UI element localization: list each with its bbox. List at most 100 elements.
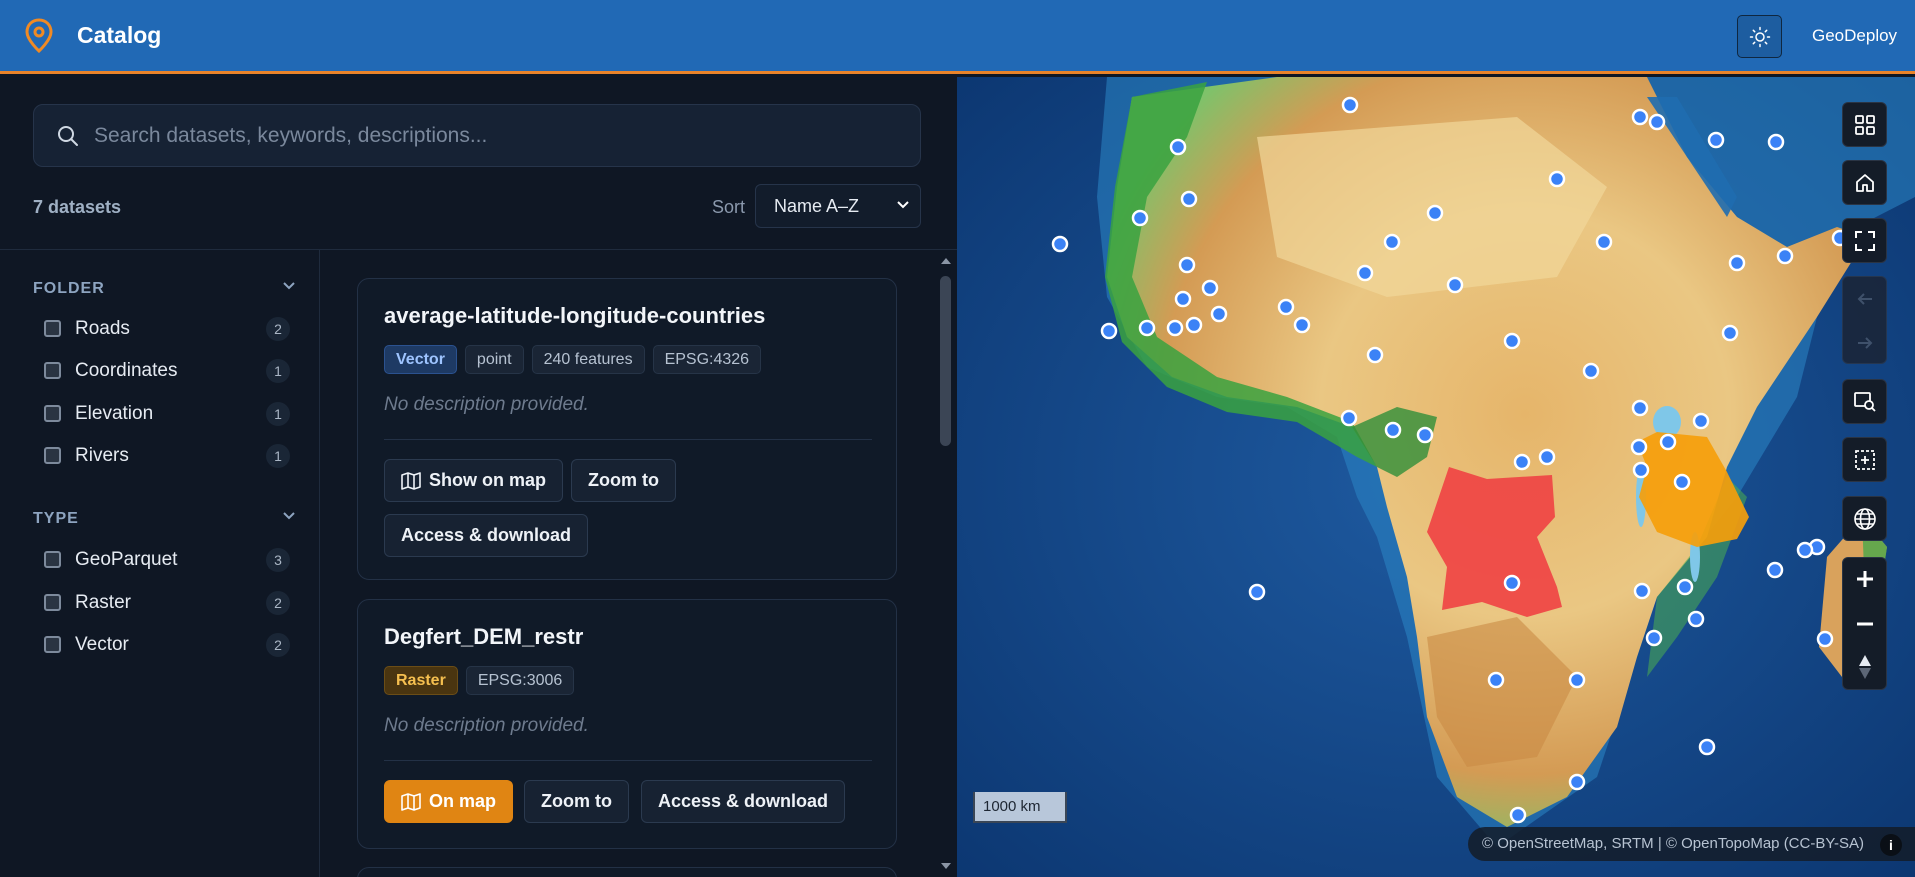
map-point-marker[interactable] bbox=[1051, 235, 1069, 253]
checkbox[interactable] bbox=[44, 362, 61, 379]
map-point-marker[interactable] bbox=[1766, 561, 1784, 579]
globe-button[interactable] bbox=[1842, 496, 1887, 541]
map-point-marker[interactable] bbox=[1341, 96, 1359, 114]
map-point-marker[interactable] bbox=[1767, 133, 1785, 151]
map-point-marker[interactable] bbox=[1277, 298, 1295, 316]
map-point-marker[interactable] bbox=[1631, 108, 1649, 126]
show-on-map-button[interactable]: Show on map bbox=[384, 459, 563, 502]
map-point-marker[interactable] bbox=[1446, 276, 1464, 294]
map-point-marker[interactable] bbox=[1180, 190, 1198, 208]
dataset-title[interactable]: Degfert_DEM_restr bbox=[384, 624, 583, 650]
zoom-in-icon[interactable] bbox=[1855, 569, 1875, 589]
map-point-marker[interactable] bbox=[1673, 473, 1691, 491]
map-point-marker[interactable] bbox=[1707, 131, 1725, 149]
map-point-marker[interactable] bbox=[1185, 316, 1203, 334]
select-area-button[interactable] bbox=[1842, 437, 1887, 482]
map-point-marker[interactable] bbox=[1721, 324, 1739, 342]
checkbox[interactable] bbox=[44, 594, 61, 611]
scrollbar-thumb[interactable] bbox=[940, 276, 951, 446]
access-download-button[interactable]: Access & download bbox=[384, 514, 589, 557]
map-point-marker[interactable] bbox=[1687, 610, 1705, 628]
map-view[interactable]: 1000 km © OpenStreetMap, SRTM | © OpenTo… bbox=[957, 77, 1915, 877]
map-point-marker[interactable] bbox=[1648, 113, 1666, 131]
zoom-to-button[interactable]: Zoom to bbox=[571, 459, 676, 502]
map-point-marker[interactable] bbox=[1248, 583, 1266, 601]
compass-icon[interactable] bbox=[1857, 653, 1873, 681]
map-point-marker[interactable] bbox=[1548, 170, 1566, 188]
map-point-marker[interactable] bbox=[1595, 233, 1613, 251]
map-point-marker[interactable] bbox=[1340, 409, 1358, 427]
map-point-marker[interactable] bbox=[1503, 332, 1521, 350]
access-download-button[interactable]: Access & download bbox=[641, 780, 846, 823]
chevron-down-icon[interactable] bbox=[282, 281, 296, 291]
search-input[interactable] bbox=[94, 119, 894, 153]
map-point-marker[interactable] bbox=[1645, 629, 1663, 647]
map-point-marker[interactable] bbox=[1131, 209, 1149, 227]
map-point-marker[interactable] bbox=[1416, 426, 1434, 444]
zoom-to-layer-button[interactable] bbox=[1842, 379, 1887, 424]
filter-item-vector[interactable]: Vector 2 bbox=[44, 630, 290, 660]
dataset-card[interactable]: average-latitude-longitude-countries Vec… bbox=[357, 278, 897, 580]
forward-icon[interactable] bbox=[1855, 333, 1875, 353]
dataset-card[interactable]: Degfert_DEM_restr Raster EPSG:3006 No de… bbox=[357, 599, 897, 849]
map-point-marker[interactable] bbox=[1166, 319, 1184, 337]
point-layer[interactable] bbox=[957, 77, 1915, 877]
filter-item-rivers[interactable]: Rivers 1 bbox=[44, 441, 290, 471]
on-map-button[interactable]: On map bbox=[384, 780, 514, 823]
checkbox[interactable] bbox=[44, 405, 61, 422]
map-point-marker[interactable] bbox=[1728, 254, 1746, 272]
map-point-marker[interactable] bbox=[1169, 138, 1187, 156]
map-point-marker[interactable] bbox=[1633, 582, 1651, 600]
map-point-marker[interactable] bbox=[1776, 247, 1794, 265]
checkbox[interactable] bbox=[44, 551, 61, 568]
map-point-marker[interactable] bbox=[1698, 738, 1716, 756]
map-point-marker[interactable] bbox=[1138, 319, 1156, 337]
map-point-marker[interactable] bbox=[1383, 233, 1401, 251]
map-point-marker[interactable] bbox=[1692, 412, 1710, 430]
map-point-marker[interactable] bbox=[1178, 256, 1196, 274]
chevron-down-icon[interactable] bbox=[282, 511, 296, 521]
filter-item-roads[interactable]: Roads 2 bbox=[44, 314, 290, 344]
map-point-marker[interactable] bbox=[1513, 453, 1531, 471]
map-point-marker[interactable] bbox=[1538, 448, 1556, 466]
filter-item-elevation[interactable]: Elevation 1 bbox=[44, 399, 290, 429]
map-point-marker[interactable] bbox=[1816, 630, 1834, 648]
checkbox[interactable] bbox=[44, 636, 61, 653]
zoom-out-icon[interactable] bbox=[1855, 614, 1875, 634]
home-button[interactable] bbox=[1842, 160, 1887, 205]
back-icon[interactable] bbox=[1855, 289, 1875, 309]
map-point-marker[interactable] bbox=[1631, 399, 1649, 417]
map-point-marker[interactable] bbox=[1426, 204, 1444, 222]
map-point-marker[interactable] bbox=[1356, 264, 1374, 282]
folder-filter-title[interactable]: FOLDER bbox=[33, 280, 105, 298]
sort-select[interactable]: Name A–Z bbox=[755, 184, 921, 228]
type-filter-title[interactable]: TYPE bbox=[33, 510, 79, 528]
map-attribution[interactable]: © OpenStreetMap, SRTM | © OpenTopoMap (C… bbox=[1468, 827, 1915, 861]
scrollbar[interactable] bbox=[937, 250, 957, 877]
dataset-card[interactable] bbox=[357, 867, 897, 877]
filter-item-coordinates[interactable]: Coordinates 1 bbox=[44, 356, 290, 386]
map-point-marker[interactable] bbox=[1676, 578, 1694, 596]
map-point-marker[interactable] bbox=[1503, 574, 1521, 592]
theme-toggle-button[interactable] bbox=[1737, 15, 1782, 58]
attribution-info-button[interactable]: i bbox=[1880, 834, 1902, 856]
scroll-up-icon[interactable] bbox=[940, 256, 952, 265]
map-point-marker[interactable] bbox=[1174, 290, 1192, 308]
map-point-marker[interactable] bbox=[1509, 806, 1527, 824]
map-point-marker[interactable] bbox=[1796, 541, 1814, 559]
scroll-down-icon[interactable] bbox=[940, 862, 952, 871]
dataset-title[interactable]: average-latitude-longitude-countries bbox=[384, 303, 765, 329]
brand-link[interactable]: GeoDeploy bbox=[1812, 26, 1897, 46]
map-point-marker[interactable] bbox=[1293, 316, 1311, 334]
filter-item-geoparquet[interactable]: GeoParquet 3 bbox=[44, 545, 290, 575]
map-point-marker[interactable] bbox=[1201, 279, 1219, 297]
map-point-marker[interactable] bbox=[1487, 671, 1505, 689]
map-point-marker[interactable] bbox=[1630, 438, 1648, 456]
map-point-marker[interactable] bbox=[1384, 421, 1402, 439]
map-point-marker[interactable] bbox=[1210, 305, 1228, 323]
map-point-marker[interactable] bbox=[1632, 461, 1650, 479]
filter-item-raster[interactable]: Raster 2 bbox=[44, 588, 290, 618]
map-point-marker[interactable] bbox=[1100, 322, 1118, 340]
map-point-marker[interactable] bbox=[1659, 433, 1677, 451]
checkbox[interactable] bbox=[44, 320, 61, 337]
